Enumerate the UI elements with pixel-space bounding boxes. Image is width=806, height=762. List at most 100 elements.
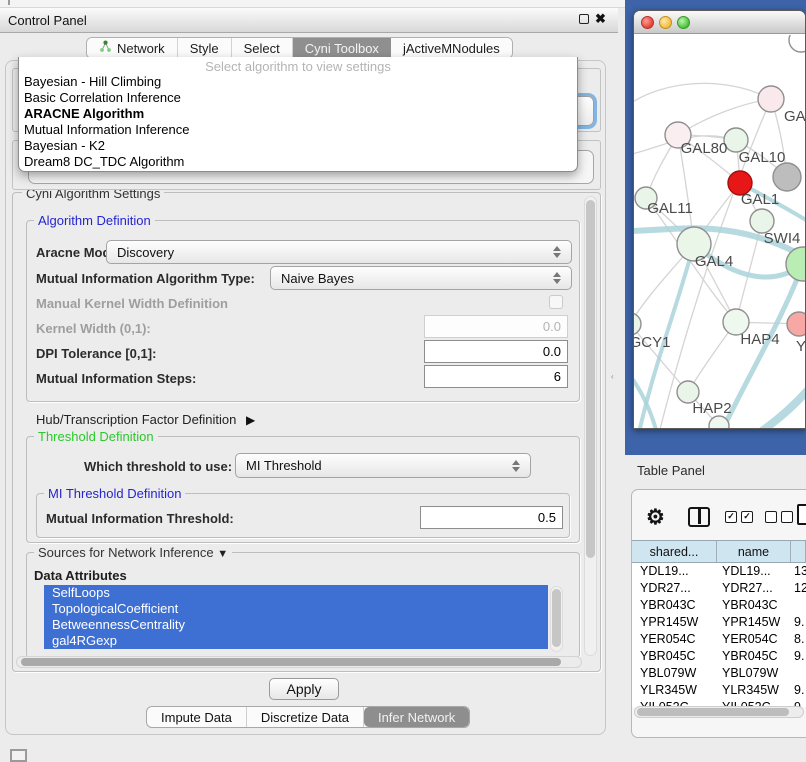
- which-threshold-label: Which threshold to use:: [84, 459, 232, 474]
- table-rows: YDL19...YDL19...13YDR27...YDR27...12YBR0…: [632, 563, 806, 707]
- network-edge: [678, 99, 771, 135]
- sources-legend[interactable]: Sources for Network Inference ▼: [34, 545, 232, 560]
- table-row[interactable]: YBL079WYBL079W: [632, 665, 806, 682]
- zoom-button[interactable]: [677, 16, 690, 29]
- select-all-checks-icon[interactable]: ✓ ✓: [725, 511, 753, 523]
- kernel-width-input[interactable]: [424, 315, 568, 338]
- table-row[interactable]: YER054CYER054C8.: [632, 631, 806, 648]
- minimized-panel-chip[interactable]: [10, 749, 27, 762]
- table-cell: YBL079W: [632, 665, 717, 682]
- tab-network[interactable]: Network: [87, 38, 178, 58]
- table-row[interactable]: YLR345WYLR345W9.: [632, 682, 806, 699]
- network-view-window[interactable]: GALGAL80GAL10GAL1GAL11SWI4GAL4GCY1HAP4YH…: [633, 10, 806, 429]
- minimize-button[interactable]: [659, 16, 672, 29]
- unchecked-box-icon: [765, 511, 777, 523]
- data-attribute-item[interactable]: BetweennessCentrality: [44, 617, 548, 633]
- network-node[interactable]: [758, 86, 784, 112]
- mi-threshold-input[interactable]: [420, 506, 563, 529]
- algorithm-dropdown-popup: Select algorithm to view settings Bayesi…: [18, 57, 578, 172]
- column-header-partial[interactable]: [791, 541, 806, 562]
- algorithm-option[interactable]: Bayesian - Hill Climbing: [19, 74, 577, 90]
- table-cell: YBR045C: [632, 648, 717, 665]
- network-edge-thick: [750, 383, 806, 429]
- deselect-all-checks-icon[interactable]: [765, 511, 793, 523]
- node-label: GAL80: [681, 140, 728, 157]
- tab-jactivemnodules[interactable]: jActiveMNodules: [391, 38, 512, 58]
- hub-factor-expander[interactable]: Hub/Transcription Factor Definition ▶: [36, 412, 255, 427]
- node-label: GAL10: [739, 149, 786, 166]
- tab-label: Impute Data: [161, 710, 232, 725]
- column-header-name[interactable]: name: [717, 541, 791, 562]
- settings-vertical-scrollbar[interactable]: [584, 196, 597, 656]
- data-attributes-list: SelfLoopsTopologicalCoefficientBetweenne…: [44, 585, 548, 653]
- float-window-icon[interactable]: [579, 14, 589, 24]
- tab-style[interactable]: Style: [178, 38, 232, 58]
- node-label: GAL4: [695, 253, 733, 270]
- algorithm-option[interactable]: Mutual Information Inference: [19, 122, 577, 138]
- table-row[interactable]: YPR145WYPR145W9.: [632, 614, 806, 631]
- table-row[interactable]: YBR045CYBR045C9.: [632, 648, 806, 665]
- control-panel-titlebar[interactable]: [0, 8, 618, 33]
- network-node[interactable]: [789, 35, 806, 52]
- dropdown-placeholder: Select algorithm to view settings: [19, 59, 577, 74]
- mi-threshold-label: Mutual Information Threshold:: [46, 511, 234, 526]
- aracne-mode-combobox[interactable]: Discovery: [106, 240, 572, 264]
- table-horizontal-scrollbar-thumb[interactable]: [637, 708, 789, 716]
- split-columns-icon[interactable]: [688, 507, 710, 527]
- algorithm-option[interactable]: ARACNE Algorithm: [19, 106, 577, 122]
- apply-button[interactable]: Apply: [269, 678, 339, 700]
- attributes-scrollbar[interactable]: [550, 586, 563, 652]
- node-label: GCY1: [634, 334, 670, 351]
- algorithm-option[interactable]: Bayesian - K2: [19, 138, 577, 154]
- settings-gear-icon[interactable]: ⚙: [646, 505, 665, 530]
- mi-type-combobox[interactable]: Naive Bayes: [270, 266, 572, 290]
- which-threshold-combobox[interactable]: MI Threshold: [235, 453, 531, 478]
- document-icon[interactable]: [797, 504, 806, 525]
- network-node[interactable]: [773, 163, 801, 191]
- table-cell: YDR27...: [632, 580, 717, 597]
- algorithm-option[interactable]: Dream8 DC_TDC Algorithm: [19, 154, 577, 170]
- table-cell: YBL079W: [717, 665, 791, 682]
- aracne-mode-value: Discovery: [107, 245, 549, 260]
- dpi-tolerance-input[interactable]: [424, 340, 568, 363]
- data-attribute-item[interactable]: TopologicalCoefficient: [44, 601, 548, 617]
- network-icon: [99, 40, 112, 56]
- tab-label: Infer Network: [378, 710, 455, 725]
- tab-select[interactable]: Select: [232, 38, 293, 58]
- network-edge: [634, 83, 771, 105]
- sources-legend-label: Sources for Network Inference: [38, 545, 214, 560]
- table-panel-title: Table Panel: [637, 463, 705, 478]
- node-label: SWI4: [764, 230, 801, 247]
- network-window-titlebar[interactable]: [634, 11, 805, 34]
- mi-threshold-legend: MI Threshold Definition: [44, 486, 185, 501]
- table-row[interactable]: YDL19...YDL19...13: [632, 563, 806, 580]
- table-cell: YDL19...: [632, 563, 717, 580]
- tab-infer-network[interactable]: Infer Network: [364, 707, 469, 727]
- tab-impute-data[interactable]: Impute Data: [147, 707, 247, 727]
- tab-cyni-toolbox[interactable]: Cyni Toolbox: [293, 38, 391, 58]
- close-icon[interactable]: ✖: [595, 11, 606, 27]
- network-node[interactable]: [634, 313, 641, 335]
- node-label: GAL: [784, 108, 806, 125]
- panel-splitter-handle[interactable]: ‹: [611, 372, 616, 381]
- column-header-shared-name[interactable]: shared...: [632, 541, 717, 562]
- tab-label: Network: [117, 41, 165, 56]
- tab-label: Discretize Data: [261, 710, 349, 725]
- network-canvas[interactable]: GALGAL80GAL10GAL1GAL11SWI4GAL4GCY1HAP4YH…: [634, 35, 806, 429]
- node-label: HAP2: [692, 400, 731, 417]
- checked-box-icon: ✓: [741, 511, 753, 523]
- tab-discretize-data[interactable]: Discretize Data: [247, 707, 364, 727]
- mi-steps-input[interactable]: [424, 365, 568, 388]
- manual-kernel-checkbox[interactable]: [549, 295, 563, 309]
- table-row[interactable]: YDR27...YDR27...12: [632, 580, 806, 597]
- table-cell: YLR345W: [632, 682, 717, 699]
- settings-horizontal-scrollbar[interactable]: [16, 656, 582, 668]
- table-row[interactable]: YBR043CYBR043C: [632, 597, 806, 614]
- algorithm-option-list: Bayesian - Hill ClimbingBasic Correlatio…: [19, 74, 577, 170]
- close-button[interactable]: [641, 16, 654, 29]
- data-attribute-item[interactable]: gal4RGexp: [44, 633, 548, 649]
- network-node[interactable]: [709, 416, 729, 429]
- algorithm-option[interactable]: Basic Correlation Inference: [19, 90, 577, 106]
- data-attribute-item[interactable]: SelfLoops: [44, 585, 548, 601]
- network-node[interactable]: [787, 312, 806, 336]
